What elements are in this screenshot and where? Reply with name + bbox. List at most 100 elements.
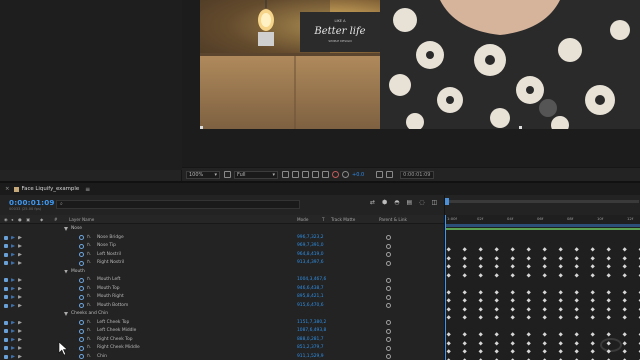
pickwhip-icon[interactable] (386, 243, 391, 249)
keyframe-icon[interactable] (462, 247, 468, 253)
lock-icon[interactable]: ▣ (26, 217, 30, 222)
keyframe-icon[interactable] (510, 247, 516, 253)
zoom-dropdown[interactable]: 100% ▾ (186, 170, 220, 179)
pickwhip-icon[interactable] (386, 252, 391, 257)
shy-icon[interactable]: ◓ (394, 199, 399, 206)
keyframe-nav-icon[interactable] (11, 320, 15, 325)
add-keyframe-icon[interactable] (18, 329, 22, 333)
property-row[interactable]: ℏ. Left Cheek Top 1151,7,380,2 (0, 319, 444, 328)
stopwatch-icon[interactable] (79, 260, 84, 266)
keyframe-icon[interactable] (590, 306, 596, 312)
keyframe-icon[interactable] (558, 340, 564, 346)
eye-icon[interactable] (4, 329, 8, 333)
keyframe-icon[interactable] (558, 264, 564, 270)
pickwhip-icon[interactable] (386, 345, 391, 351)
keyframe-icon[interactable] (494, 349, 500, 355)
keyframe-icon[interactable] (622, 332, 628, 338)
twirl-down-icon[interactable] (64, 269, 68, 274)
property-value[interactable]: 1087,6,493,8 (297, 328, 326, 333)
add-keyframe-icon[interactable] (18, 244, 22, 248)
pickwhip-icon[interactable] (386, 320, 391, 325)
viewer-time-display[interactable]: 0:00:01:09 (400, 170, 435, 179)
solo-icon[interactable]: ● (18, 217, 22, 222)
exposure-icon[interactable] (342, 171, 349, 178)
keyframe-icon[interactable] (526, 289, 532, 295)
keyframe-icon[interactable] (574, 298, 580, 304)
keyframe-icon[interactable] (574, 255, 580, 261)
track-matte-header[interactable]: Track Matte (331, 217, 355, 222)
layer-duration-bar[interactable] (445, 228, 640, 230)
keyframe-icon[interactable] (574, 349, 580, 355)
audio-icon[interactable]: ◂ (11, 217, 13, 222)
keyframe-icon[interactable] (606, 315, 612, 321)
keyframe-icon[interactable] (494, 255, 500, 261)
keyframe-icon[interactable] (542, 332, 548, 338)
stopwatch-icon[interactable] (79, 252, 84, 257)
keyframe-icon[interactable] (526, 255, 532, 261)
keyframe-nav-icon[interactable] (11, 261, 15, 265)
eye-icon[interactable] (4, 303, 8, 308)
keyframe-icon[interactable] (446, 349, 452, 355)
keyframe-icon[interactable] (478, 332, 484, 338)
keyframe-icon[interactable] (494, 340, 500, 346)
property-row[interactable]: ℏ. Nose Tip 969,7,391,0 (0, 242, 444, 251)
stopwatch-icon[interactable] (79, 320, 84, 325)
add-keyframe-icon[interactable] (18, 320, 22, 325)
keyframe-icon[interactable] (462, 315, 468, 321)
draft-3d-icon[interactable]: ⬢ (382, 199, 387, 206)
time-ruler[interactable]: 1:00f 02f 04f 06f 08f 10f 12f (445, 215, 640, 224)
twirl-down-icon[interactable] (64, 312, 68, 316)
label-icon[interactable]: ◆ (40, 217, 43, 222)
property-row[interactable]: ℏ. Mouth Left 1004,3,467,6 (0, 276, 444, 285)
keyframe-icon[interactable] (462, 264, 468, 270)
keyframe-icon[interactable] (478, 255, 484, 261)
keyframe-icon[interactable] (622, 306, 628, 312)
layer-name-header[interactable]: Layer Name (69, 217, 94, 222)
stopwatch-icon[interactable] (79, 243, 84, 249)
keyframe-icon[interactable] (622, 247, 628, 253)
keyframe-icon[interactable] (510, 255, 516, 261)
keyframe-icon[interactable] (574, 340, 580, 346)
camera-icon[interactable] (376, 171, 384, 178)
parent-link-header[interactable]: Parent & Link (379, 217, 407, 222)
keyframe-icon[interactable] (542, 264, 548, 270)
keyframe-nav-icon[interactable] (11, 303, 15, 308)
stopwatch-icon[interactable] (79, 235, 84, 240)
graph-editor-icon[interactable]: ◫ (431, 199, 437, 206)
keyframe-icon[interactable] (542, 315, 548, 321)
layer-search-input[interactable]: ⌕ (56, 200, 300, 209)
keyframe-icon[interactable] (606, 332, 612, 338)
property-value[interactable]: 913,4,397,6 (297, 260, 324, 265)
stopwatch-icon[interactable] (79, 303, 84, 308)
keyframe-icon[interactable] (446, 315, 452, 321)
keyframe-icon[interactable] (494, 247, 500, 253)
fit-icon[interactable] (224, 171, 231, 178)
keyframe-icon[interactable] (606, 272, 612, 278)
keyframe-icon[interactable] (494, 272, 500, 278)
property-row[interactable]: ℏ. Mouth Bottom 915,6,470,6 (0, 302, 444, 311)
comp-flowchart-icon[interactable]: ⇄ (370, 199, 375, 206)
keyframe-icon[interactable] (462, 289, 468, 295)
keyframe-icon[interactable] (542, 306, 548, 312)
eye-icon[interactable] (4, 337, 8, 342)
keyframe-icon[interactable] (558, 247, 564, 253)
keyframe-icon[interactable] (446, 298, 452, 304)
motion-blur-icon[interactable]: ◌ (419, 199, 424, 206)
stopwatch-icon[interactable] (79, 286, 84, 291)
keyframe-icon[interactable] (526, 340, 532, 346)
keyframe-nav-icon[interactable] (11, 354, 15, 359)
keyframe-icon[interactable] (478, 289, 484, 295)
stopwatch-icon[interactable] (79, 277, 84, 283)
keyframe-icon[interactable] (542, 247, 548, 253)
keyframe-icon[interactable] (590, 247, 596, 253)
stopwatch-icon[interactable] (79, 354, 84, 359)
current-timecode[interactable]: 0:00:01:09 (9, 198, 55, 207)
guides-icon[interactable] (312, 171, 319, 178)
keyframe-icon[interactable] (574, 247, 580, 253)
property-group-row[interactable]: Nose (0, 225, 444, 234)
keyframe-icon[interactable] (526, 349, 532, 355)
property-value[interactable]: 888,0,281,7 (297, 337, 324, 342)
exposure-value[interactable]: +0.0 (352, 172, 364, 178)
keyframe-icon[interactable] (622, 315, 628, 321)
transparency-grid-icon[interactable] (292, 171, 299, 178)
